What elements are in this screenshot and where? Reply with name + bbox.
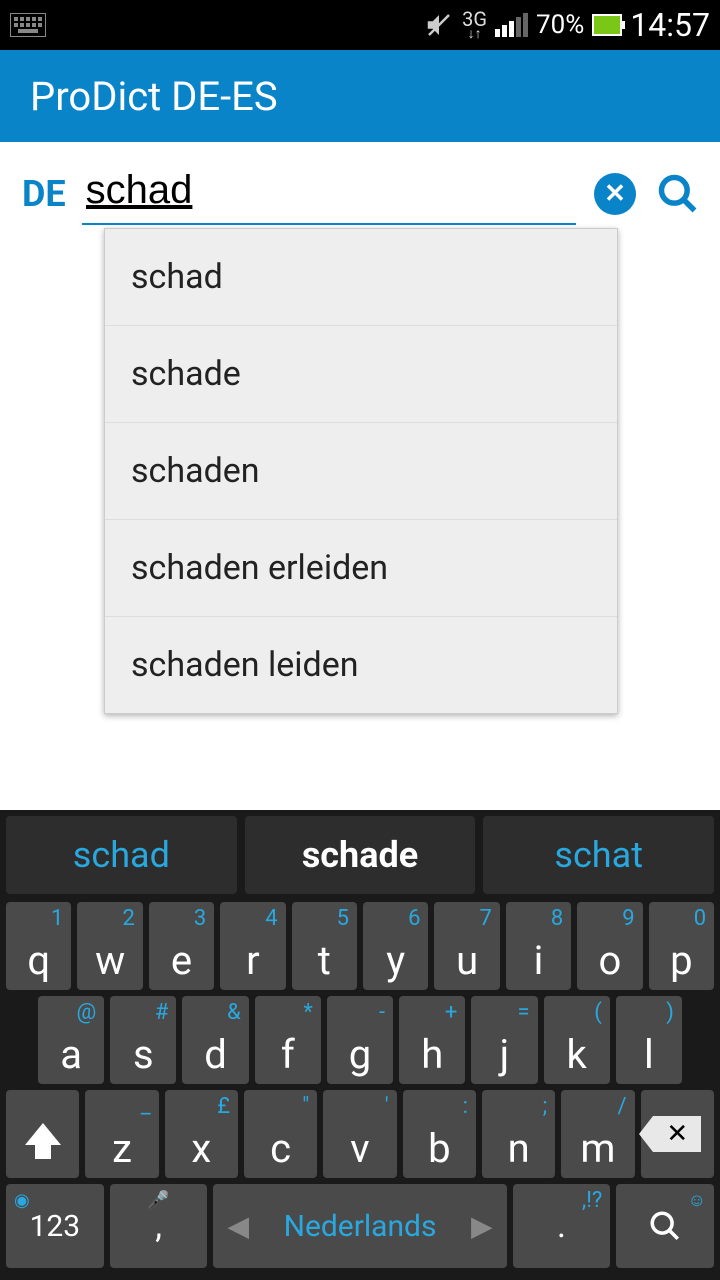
key-v[interactable]: 'v xyxy=(323,1090,396,1178)
search-row: DE ✕ xyxy=(0,142,720,225)
key-e[interactable]: 3e xyxy=(149,902,214,990)
key-h[interactable]: +h xyxy=(399,996,465,1084)
battery-percent: 70% xyxy=(536,10,584,40)
signal-icon xyxy=(495,13,528,37)
key-b[interactable]: :b xyxy=(403,1090,476,1178)
key-w[interactable]: 2w xyxy=(77,902,142,990)
suggestion-item[interactable]: schade xyxy=(105,326,617,423)
app-bar: ProDict DE-ES xyxy=(0,50,720,142)
key-c[interactable]: "c xyxy=(244,1090,317,1178)
key-row-2: @a #s &d *f -g +h =j (k )l xyxy=(6,996,714,1084)
mic-icon: 🎤 xyxy=(147,1190,169,1211)
language-selector[interactable]: DE xyxy=(18,173,70,215)
shift-key[interactable] xyxy=(6,1090,79,1178)
key-n[interactable]: ;n xyxy=(482,1090,555,1178)
key-f[interactable]: *f xyxy=(255,996,321,1084)
chevron-right-icon: ▶ xyxy=(471,1210,493,1243)
key-y[interactable]: 6y xyxy=(363,902,428,990)
key-d[interactable]: &d xyxy=(182,996,248,1084)
search-input[interactable] xyxy=(82,162,576,225)
prediction-right[interactable]: schat xyxy=(483,816,714,894)
keyboard-language-label: Nederlands xyxy=(284,1209,437,1244)
key-row-4: ◉ 123 🎤 , ◀ Nederlands ▶ ,!? . ☺ xyxy=(6,1184,714,1268)
suggestion-item[interactable]: schaden leiden xyxy=(105,617,617,713)
key-row-3: _z £x "c 'v :b ;n /m ✕ xyxy=(6,1090,714,1178)
period-key[interactable]: ,!? . xyxy=(513,1184,611,1268)
comma-key[interactable]: 🎤 , xyxy=(110,1184,208,1268)
key-o[interactable]: 9o xyxy=(577,902,642,990)
key-l[interactable]: )l xyxy=(616,996,682,1084)
suggestion-item[interactable]: schaden erleiden xyxy=(105,520,617,617)
key-r[interactable]: 4r xyxy=(220,902,285,990)
key-x[interactable]: £x xyxy=(165,1090,238,1178)
clock: 14:57 xyxy=(630,6,710,44)
chevron-left-icon: ◀ xyxy=(227,1210,249,1243)
app-title: ProDict DE-ES xyxy=(30,73,278,120)
key-i[interactable]: 8i xyxy=(506,902,571,990)
enter-search-key[interactable]: ☺ xyxy=(616,1184,714,1268)
keyboard: schad schade schat 1q 2w 3e 4r 5t 6y 7u … xyxy=(0,810,720,1280)
emoji-icon: ☺ xyxy=(688,1190,706,1211)
swiftkey-icon: ◉ xyxy=(14,1190,30,1211)
search-button[interactable] xyxy=(654,170,702,218)
symbols-key[interactable]: ◉ 123 xyxy=(6,1184,104,1268)
space-key[interactable]: ◀ Nederlands ▶ xyxy=(213,1184,506,1268)
shift-icon xyxy=(25,1123,61,1145)
backspace-key[interactable]: ✕ xyxy=(641,1090,714,1178)
suggestion-item[interactable]: schad xyxy=(105,229,617,326)
key-z[interactable]: _z xyxy=(85,1090,158,1178)
prediction-center[interactable]: schade xyxy=(245,816,476,894)
prediction-row: schad schade schat xyxy=(6,816,714,894)
network-type: 3G↓↑ xyxy=(462,10,487,41)
key-t[interactable]: 5t xyxy=(292,902,357,990)
keyboard-indicator-icon xyxy=(10,13,46,37)
key-p[interactable]: 0p xyxy=(649,902,714,990)
key-s[interactable]: #s xyxy=(110,996,176,1084)
suggestion-dropdown: schad schade schaden schaden erleiden sc… xyxy=(104,228,618,714)
key-m[interactable]: /m xyxy=(561,1090,634,1178)
key-k[interactable]: (k xyxy=(544,996,610,1084)
suggestion-item[interactable]: schaden xyxy=(105,423,617,520)
key-q[interactable]: 1q xyxy=(6,902,71,990)
mute-icon xyxy=(424,10,454,40)
search-icon xyxy=(648,1209,682,1243)
key-g[interactable]: -g xyxy=(327,996,393,1084)
search-icon xyxy=(656,172,700,216)
battery-icon xyxy=(592,14,622,36)
status-bar: 3G↓↑ 70% 14:57 xyxy=(0,0,720,50)
key-a[interactable]: @a xyxy=(38,996,104,1084)
prediction-left[interactable]: schad xyxy=(6,816,237,894)
key-u[interactable]: 7u xyxy=(434,902,499,990)
key-j[interactable]: =j xyxy=(471,996,537,1084)
backspace-icon: ✕ xyxy=(653,1116,701,1152)
clear-button[interactable]: ✕ xyxy=(594,173,636,215)
key-row-1: 1q 2w 3e 4r 5t 6y 7u 8i 9o 0p xyxy=(6,902,714,990)
close-icon: ✕ xyxy=(604,179,626,209)
